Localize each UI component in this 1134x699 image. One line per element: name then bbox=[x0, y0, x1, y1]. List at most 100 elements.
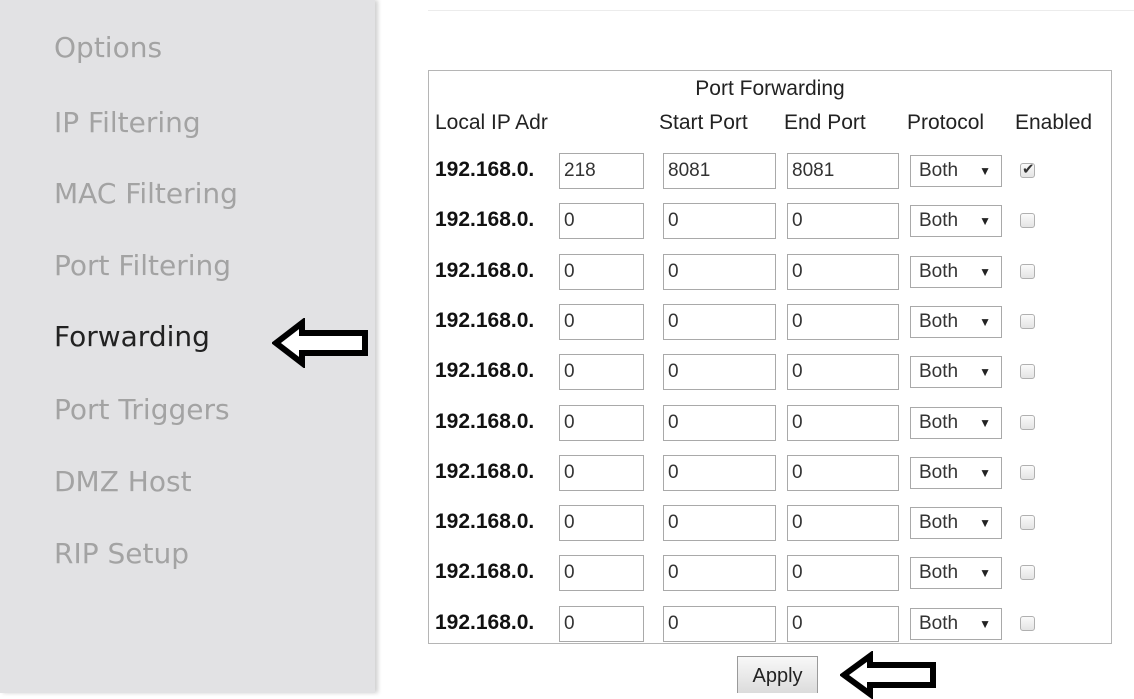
header-local-ip: Local IP Adr bbox=[435, 111, 548, 134]
header-divider bbox=[428, 10, 1134, 11]
start-port-input[interactable]: 0 bbox=[663, 203, 776, 240]
forwarding-row: 192.168.0. 0 0 0 Both ▼ bbox=[429, 201, 1111, 240]
end-port-input[interactable]: 0 bbox=[787, 404, 899, 441]
forwarding-row: 192.168.0. 0 0 0 Both ▼ bbox=[429, 553, 1111, 592]
forwarding-row: 192.168.0. 0 0 0 Both ▼ bbox=[429, 302, 1111, 340]
enabled-checkbox[interactable] bbox=[1020, 313, 1035, 329]
protocol-select[interactable]: Both ▼ bbox=[910, 557, 1002, 590]
protocol-select[interactable]: Both ▼ bbox=[910, 356, 1002, 389]
ip-last-octet-input[interactable]: 0 bbox=[559, 555, 644, 592]
end-port-input[interactable]: 0 bbox=[787, 505, 899, 542]
sidebar-item-options[interactable]: Options bbox=[54, 31, 162, 64]
end-port-input[interactable]: 0 bbox=[787, 303, 899, 340]
ip-last-octet-input[interactable]: 0 bbox=[559, 454, 644, 491]
dropdown-caret-icon: ▼ bbox=[979, 465, 991, 480]
start-port-input[interactable]: 0 bbox=[663, 253, 776, 290]
ip-last-octet-input[interactable]: 0 bbox=[559, 505, 644, 542]
dropdown-caret-icon: ▼ bbox=[979, 314, 991, 329]
ip-prefix: 192.168.0. bbox=[435, 459, 535, 483]
enabled-checkbox[interactable] bbox=[1020, 565, 1035, 581]
dropdown-caret-icon: ▼ bbox=[979, 264, 991, 279]
protocol-value: Both bbox=[919, 411, 959, 433]
dropdown-caret-icon: ▼ bbox=[979, 415, 991, 430]
enabled-checkbox[interactable] bbox=[1020, 615, 1035, 631]
enabled-checkbox[interactable] bbox=[1020, 263, 1035, 279]
ip-last-octet-input[interactable]: 0 bbox=[559, 203, 644, 240]
sidebar-item-ip-filtering[interactable]: IP Filtering bbox=[54, 106, 201, 139]
ip-last-octet-input[interactable]: 218 bbox=[559, 153, 644, 189]
enabled-checkbox[interactable]: ✔ bbox=[1020, 161, 1035, 178]
end-port-input[interactable]: 0 bbox=[787, 555, 899, 592]
start-port-input[interactable]: 0 bbox=[663, 555, 776, 592]
forwarding-row: 192.168.0. 0 0 0 Both ▼ bbox=[429, 503, 1111, 542]
forwarding-row: 192.168.0. 218 8081 8081 Both ▼ ✔ bbox=[429, 151, 1111, 189]
protocol-value: Both bbox=[919, 461, 959, 483]
ip-last-octet-input[interactable]: 0 bbox=[559, 253, 644, 290]
sidebar-item-port-filtering[interactable]: Port Filtering bbox=[54, 249, 231, 282]
start-port-input[interactable]: 0 bbox=[663, 354, 776, 391]
protocol-select[interactable]: Both ▼ bbox=[910, 305, 1002, 338]
ip-last-octet-input[interactable]: 0 bbox=[559, 354, 644, 391]
sidebar-item-port-triggers[interactable]: Port Triggers bbox=[54, 393, 230, 426]
dropdown-caret-icon: ▼ bbox=[979, 214, 991, 229]
ip-prefix: 192.168.0. bbox=[435, 308, 535, 332]
start-port-input[interactable]: 0 bbox=[663, 303, 776, 340]
ip-prefix: 192.168.0. bbox=[435, 158, 535, 181]
forwarding-row: 192.168.0. 0 0 0 Both ▼ bbox=[429, 252, 1111, 290]
start-port-input[interactable]: 8081 bbox=[663, 153, 776, 189]
protocol-value: Both bbox=[919, 310, 959, 332]
ip-last-octet-input[interactable]: 0 bbox=[559, 404, 644, 441]
forwarding-row: 192.168.0. 0 0 0 Both ▼ bbox=[429, 453, 1111, 491]
enabled-checkbox[interactable] bbox=[1020, 364, 1035, 380]
protocol-select[interactable]: Both ▼ bbox=[910, 406, 1002, 439]
sidebar-item-forwarding[interactable]: Forwarding bbox=[54, 320, 210, 353]
protocol-value: Both bbox=[919, 260, 959, 282]
protocol-select[interactable]: Both ▼ bbox=[910, 456, 1002, 489]
enabled-checkbox[interactable] bbox=[1020, 515, 1035, 531]
protocol-select[interactable]: Both ▼ bbox=[910, 255, 1002, 288]
protocol-value: Both bbox=[919, 512, 959, 534]
port-forwarding-panel: Port Forwarding Local IP Adr Start Port … bbox=[428, 70, 1112, 644]
end-port-input[interactable]: 0 bbox=[787, 354, 899, 391]
forwarding-row: 192.168.0. 0 0 0 Both ▼ bbox=[429, 403, 1111, 441]
protocol-select[interactable]: Both ▼ bbox=[910, 507, 1002, 540]
checkmark-icon: ✔ bbox=[1022, 161, 1035, 178]
end-port-input[interactable]: 8081 bbox=[787, 153, 899, 189]
end-port-input[interactable]: 0 bbox=[787, 253, 899, 290]
sidebar-item-rip-setup[interactable]: RIP Setup bbox=[54, 537, 189, 570]
enabled-checkbox[interactable] bbox=[1020, 464, 1035, 480]
arrow-left-icon bbox=[840, 651, 936, 699]
header-enabled: Enabled bbox=[1015, 111, 1093, 134]
protocol-select[interactable]: Both ▼ bbox=[910, 205, 1002, 238]
protocol-value: Both bbox=[919, 160, 959, 181]
enabled-checkbox[interactable] bbox=[1020, 213, 1035, 229]
dropdown-caret-icon: ▼ bbox=[979, 365, 991, 380]
dropdown-caret-icon: ▼ bbox=[979, 516, 991, 531]
enabled-checkbox[interactable] bbox=[1020, 414, 1035, 430]
header-end-port: End Port bbox=[784, 111, 866, 134]
end-port-input[interactable]: 0 bbox=[787, 454, 899, 491]
arrow-left-icon bbox=[272, 318, 368, 368]
sidebar-item-dmz-host[interactable]: DMZ Host bbox=[54, 465, 192, 498]
header-start-port: Start Port bbox=[659, 111, 748, 134]
ip-prefix: 192.168.0. bbox=[435, 359, 535, 383]
port-forwarding-title: Port Forwarding bbox=[695, 77, 845, 100]
end-port-input[interactable]: 0 bbox=[787, 203, 899, 240]
start-port-input[interactable]: 0 bbox=[663, 404, 776, 441]
end-port-input[interactable]: 0 bbox=[787, 605, 899, 642]
forwarding-row: 192.168.0. 0 0 0 Both ▼ bbox=[429, 352, 1111, 391]
start-port-input[interactable]: 0 bbox=[663, 454, 776, 491]
ip-prefix: 192.168.0. bbox=[435, 208, 535, 232]
sidebar-item-mac-filtering[interactable]: MAC Filtering bbox=[54, 177, 238, 210]
ip-prefix: 192.168.0. bbox=[435, 610, 535, 634]
start-port-input[interactable]: 0 bbox=[663, 505, 776, 542]
protocol-value: Both bbox=[919, 612, 959, 634]
start-port-input[interactable]: 0 bbox=[663, 605, 776, 642]
protocol-select[interactable]: Both ▼ bbox=[910, 155, 1002, 187]
ip-last-octet-input[interactable]: 0 bbox=[559, 303, 644, 340]
ip-last-octet-input[interactable]: 0 bbox=[559, 605, 644, 642]
protocol-select[interactable]: Both ▼ bbox=[910, 607, 1002, 640]
protocol-value: Both bbox=[919, 562, 959, 584]
dropdown-caret-icon: ▼ bbox=[979, 616, 991, 631]
apply-button[interactable]: Apply bbox=[737, 656, 818, 693]
